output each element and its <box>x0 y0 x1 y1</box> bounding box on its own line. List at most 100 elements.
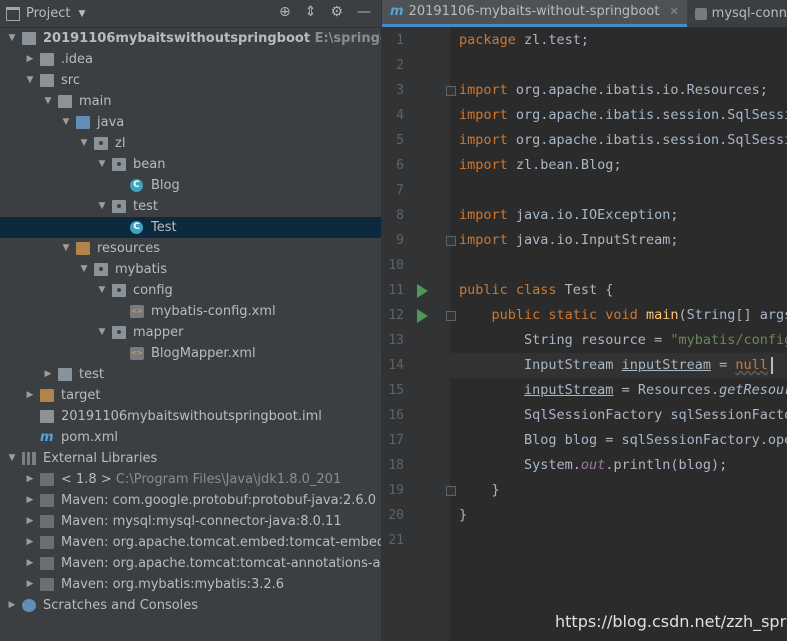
tree-item[interactable]: ▼ main <box>0 91 381 112</box>
tree-item[interactable]: ▼ bean <box>0 154 381 175</box>
tree-item[interactable]: ▼ config <box>0 280 381 301</box>
expand-down-icon[interactable]: ▼ <box>96 280 108 301</box>
code-text: import org.apache.ibatis.io.Resources; <box>459 78 768 103</box>
project-panel-header: Project ▼ ⊕ ⇕ ⚙ — <box>0 0 381 28</box>
expand-down-icon[interactable]: ▼ <box>78 133 90 154</box>
code-line[interactable]: 1 package zl.test; <box>382 28 787 53</box>
package-icon <box>112 158 126 171</box>
code-line[interactable]: 5 import org.apache.ibatis.session.SqlSes… <box>382 128 787 153</box>
expand-down-icon[interactable]: ▼ <box>96 322 108 343</box>
tree-item[interactable]: C Test <box>0 217 381 238</box>
code-line[interactable]: 19 } <box>382 478 787 503</box>
code-line[interactable]: 18 System.out.println(blog); <box>382 453 787 478</box>
expand-right-icon[interactable]: ▶ <box>24 574 36 595</box>
expand-right-icon[interactable]: ▶ <box>42 364 54 385</box>
tree-item[interactable]: ▶ Maven: com.google.protobuf:protobuf-jav… <box>0 490 381 511</box>
jdk-icon <box>40 473 54 486</box>
code-line[interactable]: 9 import java.io.InputStream; <box>382 228 787 253</box>
expand-down-icon[interactable]: ▼ <box>60 112 72 133</box>
code-line[interactable]: 6 import zl.bean.Blog; <box>382 153 787 178</box>
fold-marker-icon[interactable] <box>446 236 456 246</box>
tree-item[interactable]: ▶ Scratches and Consoles <box>0 595 381 616</box>
expand-right-icon[interactable]: ▶ <box>24 553 36 574</box>
expand-down-icon[interactable]: ▼ <box>6 448 18 469</box>
expand-right-icon[interactable]: ▶ <box>24 532 36 553</box>
code-line[interactable]: 3 import org.apache.ibatis.io.Resources; <box>382 78 787 103</box>
code-token: java.io.IOException; <box>515 207 679 223</box>
expand-down-icon[interactable]: ▼ <box>96 196 108 217</box>
expand-down-icon[interactable]: ▼ <box>96 154 108 175</box>
tree-item[interactable]: <> BlogMapper.xml <box>0 343 381 364</box>
tree-item[interactable]: ▶ Maven: mysql:mysql-connector-java:8.0.1… <box>0 511 381 532</box>
tree-item[interactable]: ▶ < 1.8 > C:\Program Files\Java\jdk1.8.0_… <box>0 469 381 490</box>
expand-right-icon[interactable]: ▶ <box>24 490 36 511</box>
tree-item[interactable]: ▼ 20191106mybaitswithoutspringboot E:\spr… <box>0 28 381 49</box>
code-line[interactable]: 17 Blog blog = sqlSessionFactory.ope <box>382 428 787 453</box>
fold-marker-icon[interactable] <box>446 486 456 496</box>
tree-item-text: .idea <box>61 52 93 67</box>
locate-icon[interactable]: ⊕ <box>279 4 291 20</box>
expand-right-icon[interactable]: ▶ <box>24 511 36 532</box>
library-jar-icon <box>40 494 54 507</box>
code-line[interactable]: 8 import java.io.IOException; <box>382 203 787 228</box>
code-line[interactable]: 13 String resource = "mybatis/config <box>382 328 787 353</box>
code-line[interactable]: 10 <box>382 253 787 278</box>
code-line[interactable]: 2 <box>382 53 787 78</box>
expand-down-icon[interactable]: ▼ <box>42 91 54 112</box>
close-icon[interactable]: ✕ <box>669 0 678 24</box>
expand-down-icon[interactable]: ▼ <box>6 28 18 49</box>
expand-down-icon[interactable]: ▼ <box>78 259 90 280</box>
tree-item[interactable]: ▼ mybatis <box>0 259 381 280</box>
watermark: https://blog.csdn.net/zzh_spring <box>555 612 787 631</box>
code-line[interactable]: 20} <box>382 503 787 528</box>
expand-right-icon[interactable]: ▶ <box>24 469 36 490</box>
tree-item[interactable]: <> mybatis-config.xml <box>0 301 381 322</box>
tree-item[interactable]: ▶ target <box>0 385 381 406</box>
tree-item[interactable]: ▶ Maven: org.apache.tomcat:tomcat-annotat… <box>0 553 381 574</box>
expand-right-icon[interactable]: ▶ <box>24 385 36 406</box>
tree-item[interactable]: 20191106mybaitswithoutspringboot.iml <box>0 406 381 427</box>
tree-item[interactable]: ▼ External Libraries <box>0 448 381 469</box>
expand-down-icon[interactable]: ▼ <box>60 238 72 259</box>
hide-icon[interactable]: — <box>357 4 371 20</box>
tree-item[interactable]: C Blog <box>0 175 381 196</box>
code-token: String resource = <box>459 332 671 348</box>
folder-icon <box>40 74 54 87</box>
xml-file-icon: <> <box>130 347 144 360</box>
tree-item[interactable]: ▼ src <box>0 70 381 91</box>
tree-item[interactable]: ▼ mapper <box>0 322 381 343</box>
code-line[interactable]: 15 inputStream = Resources.getResour <box>382 378 787 403</box>
code-line[interactable]: 12 public static void main(String[] args <box>382 303 787 328</box>
tree-item[interactable]: ▶ Maven: org.mybatis:mybatis:3.2.6 <box>0 574 381 595</box>
run-gutter-icon[interactable] <box>417 284 428 298</box>
tree-item[interactable]: ▼ test <box>0 196 381 217</box>
fold-marker-icon[interactable] <box>446 311 456 321</box>
tree-item-text: Maven: mysql:mysql-connector-java:8.0.11 <box>61 514 342 529</box>
expand-right-icon[interactable]: ▶ <box>24 49 36 70</box>
editor-tab[interactable]: mysql-connector-j <box>687 0 787 27</box>
tree-item[interactable]: ▶ Maven: org.apache.tomcat.embed:tomcat-e… <box>0 532 381 553</box>
gear-icon[interactable]: ⚙ <box>330 4 343 20</box>
fold-marker-icon[interactable] <box>446 86 456 96</box>
expand-down-icon[interactable]: ▼ <box>24 70 36 91</box>
tree-item-text: Test <box>151 220 177 235</box>
expand-right-icon[interactable]: ▶ <box>6 595 18 616</box>
code-line[interactable]: 16 SqlSessionFactory sqlSessionFacto <box>382 403 787 428</box>
code-line[interactable]: 7 <box>382 178 787 203</box>
run-gutter-icon[interactable] <box>417 309 428 323</box>
tree-item[interactable]: ▼ java <box>0 112 381 133</box>
code-line[interactable]: 4 import org.apache.ibatis.session.SqlSes… <box>382 103 787 128</box>
tree-item[interactable]: ▶ .idea <box>0 49 381 70</box>
collapse-all-icon[interactable]: ⇕ <box>305 4 317 20</box>
editor-tab[interactable]: m 20191106-mybaits-without-springboot ✕ <box>382 0 687 27</box>
project-view-selector[interactable]: Project ▼ <box>6 6 85 21</box>
tree-item[interactable]: ▼ zl <box>0 133 381 154</box>
code-line[interactable]: 11 public class Test { <box>382 278 787 303</box>
tree-item[interactable]: ▶ test <box>0 364 381 385</box>
project-window-icon <box>6 6 20 21</box>
code-line[interactable]: 21 <box>382 528 787 553</box>
code-line[interactable]: 14 InputStream inputStream = null; <box>382 353 787 378</box>
code-area[interactable]: 1 package zl.test; 2 3 import org.apache.iba… <box>382 28 787 641</box>
tree-item[interactable]: m pom.xml <box>0 427 381 448</box>
tree-item[interactable]: ▼ resources <box>0 238 381 259</box>
